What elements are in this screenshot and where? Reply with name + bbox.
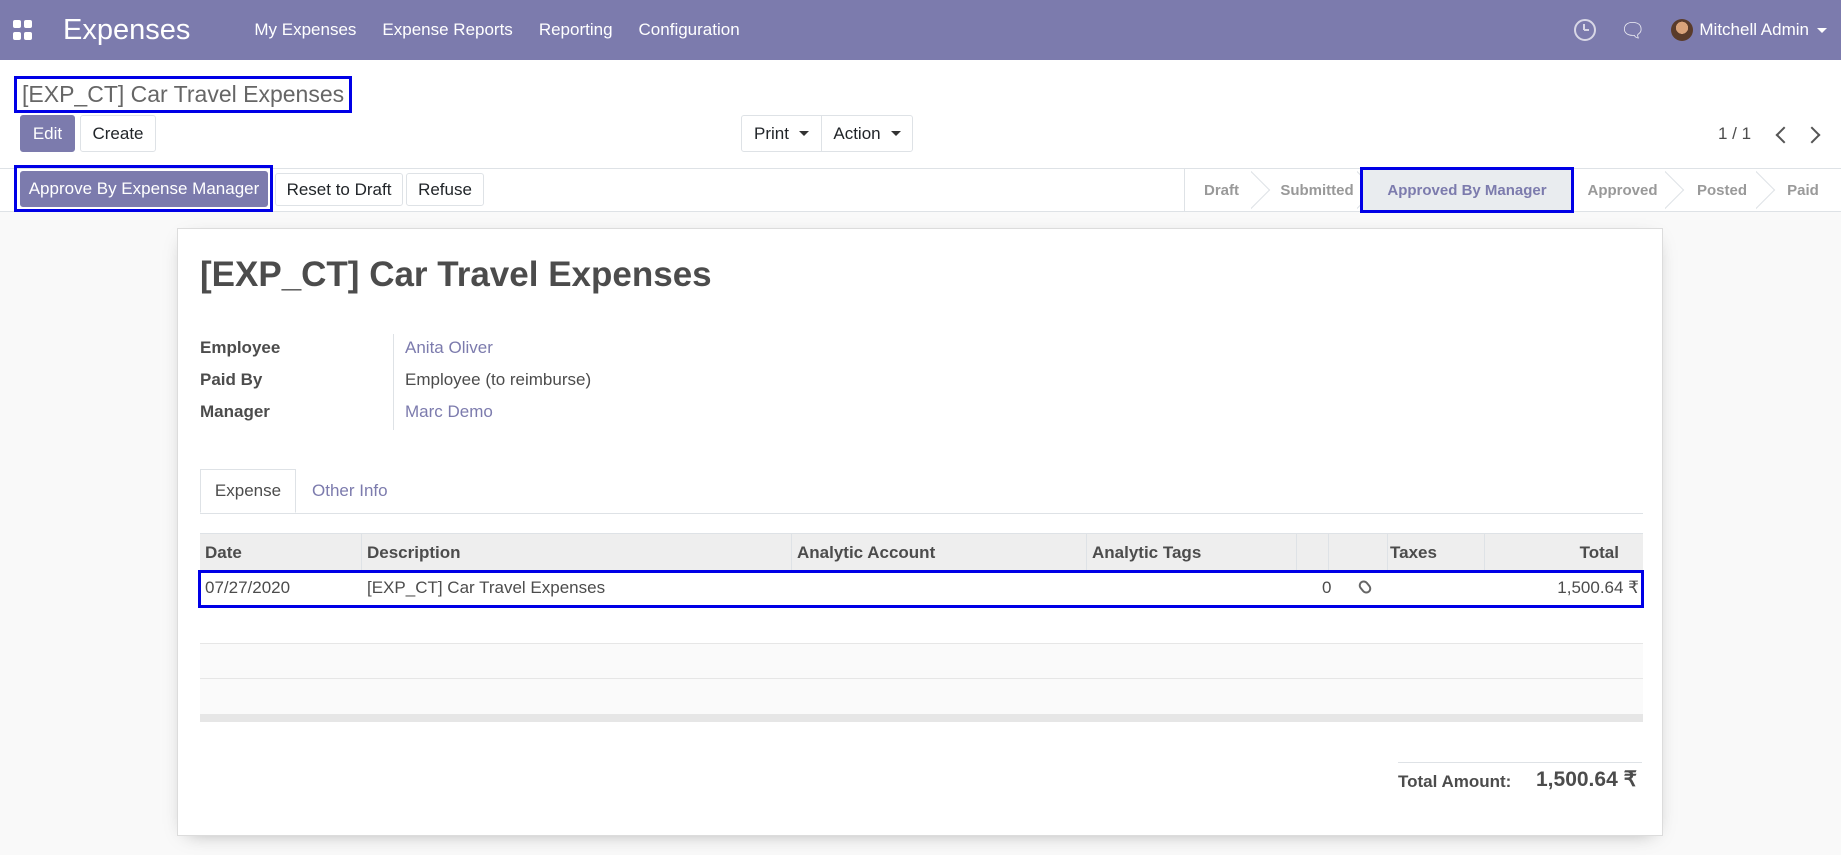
apps-menu-icon[interactable] [13,20,33,40]
activity-clock-icon[interactable] [1574,19,1596,41]
menu-my-expenses[interactable]: My Expenses [254,20,356,40]
manager-label: Manager [200,402,270,421]
chevron-down-icon [890,131,901,136]
chevron-down-icon[interactable] [1817,27,1827,33]
reset-to-draft-button[interactable]: Reset to Draft [275,173,403,206]
column-analytic-account[interactable]: Analytic Account [797,543,935,563]
stage-approved: Approved [1587,181,1658,199]
print-button[interactable]: Print [741,115,822,152]
column-divider [1296,534,1297,571]
column-divider [1328,534,1329,571]
paid-by-value: Employee (to reimburse) [405,370,592,389]
approve-by-manager-button[interactable]: Approve By Expense Manager [20,171,268,207]
menu-configuration[interactable]: Configuration [639,20,740,40]
top-navbar: Expenses My Expenses Expense Reports Rep… [0,0,1841,60]
action-label: Action [833,123,881,143]
column-analytic-tags[interactable]: Analytic Tags [1092,543,1201,563]
row-highlight [198,570,1644,608]
employee-label: Employee [200,338,281,357]
tab-other-info[interactable]: Other Info [312,469,388,513]
manager-link[interactable]: Marc Demo [405,402,493,422]
column-description[interactable]: Description [367,543,461,563]
empty-row [200,643,1643,679]
column-total[interactable]: Total [1580,543,1619,563]
column-divider [1086,534,1087,571]
stage-posted: Posted [1696,181,1747,199]
employee-link[interactable]: Anita Oliver [405,338,493,358]
create-button[interactable]: Create [80,115,156,152]
column-taxes[interactable]: Taxes [1390,543,1437,563]
navbar-systray: 🗨 Mitchell Admin [1574,0,1841,60]
pager-value[interactable]: 1 / 1 [1718,124,1751,144]
total-amount-label: Total Amount: [1398,772,1512,791]
app-title[interactable]: Expenses [63,14,190,47]
column-divider [1484,534,1485,571]
column-divider [361,534,362,571]
stage-paid: Paid [1787,181,1819,199]
column-divider [791,534,792,571]
stage-draft: Draft [1184,169,1258,211]
notebook-tabs: Expense Other Info [200,469,1643,514]
avatar[interactable] [1671,19,1694,41]
field-divider [393,334,394,430]
main-menu: My Expenses Expense Reports Reporting Co… [254,20,765,40]
total-amount-value: 1,500.64 ₹ [1536,768,1637,791]
expense-lines-header: Date Description Analytic Account Analyt… [200,533,1643,571]
chat-icon[interactable]: 🗨 [1620,18,1645,43]
refuse-button[interactable]: Refuse [406,173,484,206]
breadcrumb: [EXP_CT] Car Travel Expenses [14,76,353,113]
stage-approved-by-manager: Approved By Manager [1360,167,1574,213]
user-menu[interactable]: Mitchell Admin [1699,20,1809,40]
chevron-down-icon [798,131,809,136]
column-date[interactable]: Date [205,543,242,563]
print-label: Print [754,123,789,143]
total-divider [1398,762,1642,763]
menu-reporting[interactable]: Reporting [539,20,613,40]
paid-by-label: Paid By [200,370,263,389]
form-sheet: [EXP_CT] Car Travel Expenses Employee An… [177,228,1663,836]
menu-expense-reports[interactable]: Expense Reports [382,20,512,40]
action-button[interactable]: Action [821,115,913,152]
record-title: [EXP_CT] Car Travel Expenses [200,255,712,294]
stage-submitted: Submitted [1280,181,1354,199]
grid-footer [200,714,1643,722]
column-divider [1387,534,1388,571]
tab-expense[interactable]: Expense [200,469,296,513]
edit-button[interactable]: Edit [20,115,75,152]
empty-row [200,678,1643,714]
